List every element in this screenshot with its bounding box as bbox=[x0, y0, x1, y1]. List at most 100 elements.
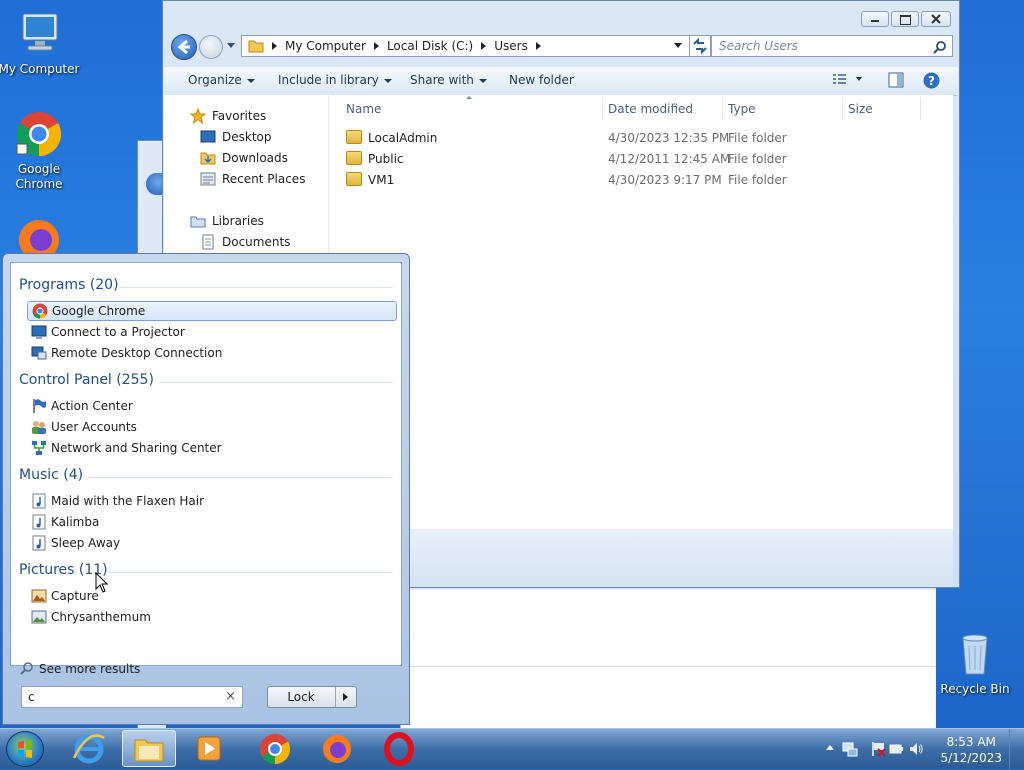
lock-button[interactable]: Lock bbox=[267, 686, 357, 708]
column-type[interactable]: Type bbox=[728, 102, 756, 116]
nav-favorites[interactable]: Favorites bbox=[190, 108, 266, 124]
organize-button[interactable]: Organize bbox=[188, 73, 255, 87]
background-window-lower[interactable] bbox=[400, 586, 936, 728]
result-chrysanthemum[interactable]: Chrysanthemum bbox=[27, 607, 397, 627]
firefox-icon bbox=[323, 735, 351, 763]
forward-button[interactable] bbox=[199, 35, 223, 59]
organize-label: Organize bbox=[188, 73, 242, 87]
breadcrumb-users[interactable]: Users bbox=[494, 39, 528, 53]
result-google-chrome[interactable]: Google Chrome bbox=[27, 301, 397, 321]
start-menu[interactable]: Programs (20) Google Chrome Connect to a… bbox=[2, 253, 410, 725]
desktop-icon-my-computer[interactable]: My Computer bbox=[0, 10, 81, 77]
include-in-library-button[interactable]: Include in library bbox=[278, 73, 392, 87]
result-maid-flaxen-hair[interactable]: Maid with the Flaxen Hair bbox=[27, 491, 397, 511]
clear-search-icon[interactable]: × bbox=[225, 687, 236, 707]
remote-desktop-icon bbox=[31, 346, 47, 360]
table-row[interactable]: VM1 4/30/2023 9:17 PM File folder bbox=[340, 170, 930, 190]
documents-icon bbox=[202, 234, 214, 250]
taskbar-windows-explorer[interactable] bbox=[122, 730, 176, 767]
clock[interactable]: 8:53 AM 5/12/2023 bbox=[940, 734, 1002, 766]
breadcrumb-my-computer[interactable]: My Computer bbox=[285, 39, 366, 53]
action-center-flag-icon[interactable] bbox=[870, 741, 886, 757]
result-capture[interactable]: Capture bbox=[27, 586, 397, 606]
result-label: Maid with the Flaxen Hair bbox=[51, 494, 205, 508]
power-options-arrow-icon[interactable] bbox=[335, 687, 356, 707]
group-music[interactable]: Music (4) bbox=[19, 467, 83, 483]
group-control-panel[interactable]: Control Panel (255) bbox=[19, 372, 154, 388]
desktop-icon bbox=[200, 130, 216, 143]
taskbar-firefox[interactable] bbox=[310, 730, 364, 767]
chevron-down-icon bbox=[478, 78, 487, 83]
show-desktop-button[interactable] bbox=[1009, 729, 1024, 769]
nav-downloads-label: Downloads bbox=[222, 151, 288, 165]
network-icon bbox=[32, 441, 46, 455]
preview-pane-button[interactable] bbox=[888, 72, 904, 91]
search-icon[interactable] bbox=[933, 40, 947, 54]
result-label: Google Chrome bbox=[52, 304, 146, 318]
search-input[interactable]: Search Users bbox=[711, 35, 953, 57]
file-name: LocalAdmin bbox=[368, 131, 438, 145]
result-network-sharing[interactable]: Network and Sharing Center bbox=[27, 438, 397, 458]
nav-recent-places[interactable]: Recent Places bbox=[200, 171, 305, 187]
desktop-icon-recycle-bin[interactable]: Recycle Bin bbox=[933, 630, 1017, 697]
result-label: User Accounts bbox=[51, 420, 137, 434]
column-name[interactable]: Name bbox=[346, 102, 381, 116]
folder-icon bbox=[346, 130, 362, 144]
nav-documents[interactable]: Documents bbox=[200, 234, 290, 250]
address-bar[interactable]: My Computer Local Disk (C:) Users bbox=[241, 35, 705, 57]
power-tray-icon[interactable] bbox=[888, 741, 904, 757]
column-size[interactable]: Size bbox=[848, 102, 873, 116]
table-row[interactable]: Public 4/12/2011 12:45 AM File folder bbox=[340, 149, 930, 169]
file-type: File folder bbox=[728, 152, 787, 166]
folder-icon bbox=[248, 40, 264, 53]
view-options-button[interactable] bbox=[832, 72, 862, 89]
share-with-button[interactable]: Share with bbox=[410, 73, 487, 87]
system-tray: 8:53 AM 5/12/2023 bbox=[814, 729, 1024, 769]
network-tray-icon[interactable] bbox=[842, 741, 858, 757]
clock-date: 5/12/2023 bbox=[940, 751, 1002, 765]
downloads-folder-icon bbox=[200, 152, 216, 165]
help-button[interactable]: ? bbox=[923, 72, 940, 92]
start-search-input[interactable]: c × bbox=[21, 686, 243, 708]
result-label: Action Center bbox=[51, 399, 133, 413]
breadcrumb-local-disk[interactable]: Local Disk (C:) bbox=[387, 39, 473, 53]
minimize-icon bbox=[871, 20, 879, 22]
taskbar-google-chrome[interactable] bbox=[248, 730, 302, 767]
taskbar-opera[interactable] bbox=[372, 730, 426, 767]
close-button[interactable] bbox=[921, 11, 951, 27]
star-icon bbox=[190, 108, 206, 124]
result-action-center[interactable]: Action Center bbox=[27, 396, 397, 416]
show-hidden-icons-button[interactable] bbox=[826, 745, 834, 750]
result-connect-projector[interactable]: Connect to a Projector bbox=[27, 322, 397, 342]
start-button[interactable] bbox=[6, 731, 44, 767]
refresh-button[interactable] bbox=[689, 35, 711, 57]
result-kalimba[interactable]: Kalimba bbox=[27, 512, 397, 532]
result-label: Kalimba bbox=[51, 515, 100, 529]
new-folder-button[interactable]: New folder bbox=[509, 73, 574, 87]
nav-desktop[interactable]: Desktop bbox=[200, 129, 272, 145]
volume-icon[interactable] bbox=[908, 741, 924, 757]
table-row[interactable]: LocalAdmin 4/30/2023 12:35 PM File folde… bbox=[340, 128, 930, 148]
group-programs[interactable]: Programs (20) bbox=[19, 277, 119, 293]
column-date-modified[interactable]: Date modified bbox=[608, 102, 693, 116]
maximize-button[interactable] bbox=[891, 11, 919, 27]
taskbar-internet-explorer[interactable] bbox=[62, 730, 116, 767]
address-dropdown-icon[interactable] bbox=[674, 43, 682, 48]
file-name: VM1 bbox=[368, 173, 395, 187]
nav-downloads[interactable]: Downloads bbox=[200, 150, 288, 166]
see-more-results-link[interactable]: See more results bbox=[19, 661, 140, 677]
desktop-icon-google-chrome[interactable]: Google Chrome bbox=[0, 110, 81, 192]
file-type: File folder bbox=[728, 131, 787, 145]
file-type: File folder bbox=[728, 173, 787, 187]
taskbar-media-player[interactable] bbox=[182, 730, 236, 767]
result-user-accounts[interactable]: User Accounts bbox=[27, 417, 397, 437]
minimize-button[interactable] bbox=[861, 11, 889, 27]
restore-icon bbox=[900, 15, 911, 25]
opera-icon bbox=[384, 732, 414, 766]
internet-explorer-icon bbox=[72, 734, 105, 764]
result-remote-desktop[interactable]: Remote Desktop Connection bbox=[27, 343, 397, 363]
result-sleep-away[interactable]: Sleep Away bbox=[27, 533, 397, 553]
nav-libraries[interactable]: Libraries bbox=[190, 213, 264, 229]
recent-pages-dropdown[interactable] bbox=[227, 43, 235, 48]
back-button[interactable] bbox=[171, 34, 197, 60]
